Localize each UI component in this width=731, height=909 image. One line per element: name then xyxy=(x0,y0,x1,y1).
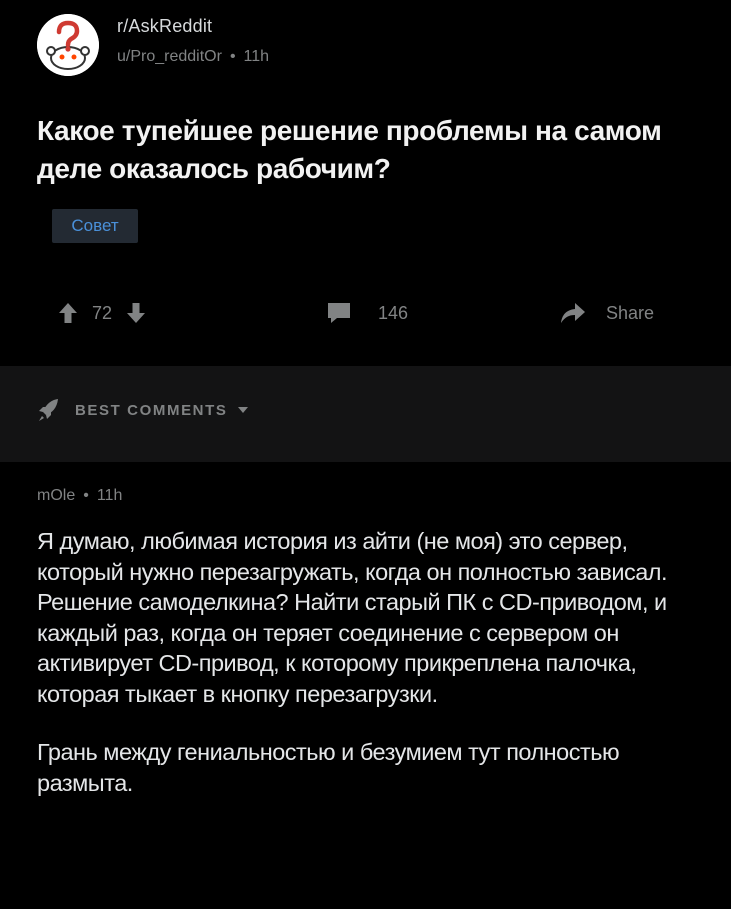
post-meta: u/Pro_redditOr • 11h xyxy=(117,48,269,66)
subreddit-avatar[interactable] xyxy=(37,14,99,76)
subreddit-name[interactable]: r/AskReddit xyxy=(117,16,212,37)
comment-paragraph: Я думаю, любимая история из айти (не моя… xyxy=(37,528,668,707)
comment-body: Я думаю, любимая история из айти (не моя… xyxy=(37,526,707,826)
comment-sort-bar: BEST COMMENTS xyxy=(0,366,731,462)
share-button[interactable]: Share xyxy=(560,288,654,338)
comment: mOle • 11h Я думаю, любимая история из айт… xyxy=(0,462,731,909)
sort-dropdown[interactable]: BEST COMMENTS xyxy=(37,397,249,423)
post-flair[interactable]: Совет xyxy=(52,209,138,243)
sort-label: BEST COMMENTS xyxy=(75,401,228,419)
rocket-icon xyxy=(39,399,58,421)
share-label: Share xyxy=(606,302,655,323)
vote-controls: 72 xyxy=(58,288,146,338)
vote-score: 72 xyxy=(92,302,113,323)
separator-dot: • xyxy=(229,48,236,65)
comment-count: 146 xyxy=(378,302,409,323)
separator-dot: • xyxy=(83,487,89,504)
post-age: 11h xyxy=(243,48,270,65)
comments-button[interactable]: 146 xyxy=(326,288,408,338)
comment-meta: mOle • 11h xyxy=(37,487,122,505)
post-card: r/AskReddit u/Pro_redditOr • 11h Какое туп… xyxy=(0,0,731,366)
downvote-arrow-icon[interactable] xyxy=(126,301,146,325)
comment-age: 11h xyxy=(96,487,123,504)
upvote-arrow-icon[interactable] xyxy=(58,301,78,325)
comment-bubble-icon xyxy=(328,303,350,323)
chevron-down-icon xyxy=(238,407,249,413)
post-title[interactable]: Какое тупейшее решение проблемы на самом… xyxy=(37,112,697,188)
post-author[interactable]: u/Pro_redditOr xyxy=(117,48,222,65)
post-actions-bar: 72 146 Share xyxy=(0,288,731,338)
askreddit-logo-icon xyxy=(37,14,99,76)
share-arrow-icon xyxy=(561,303,585,323)
comment-paragraph: Грань между гениальностью и безумием тут… xyxy=(37,739,620,796)
comment-author[interactable]: mOle xyxy=(37,487,75,504)
